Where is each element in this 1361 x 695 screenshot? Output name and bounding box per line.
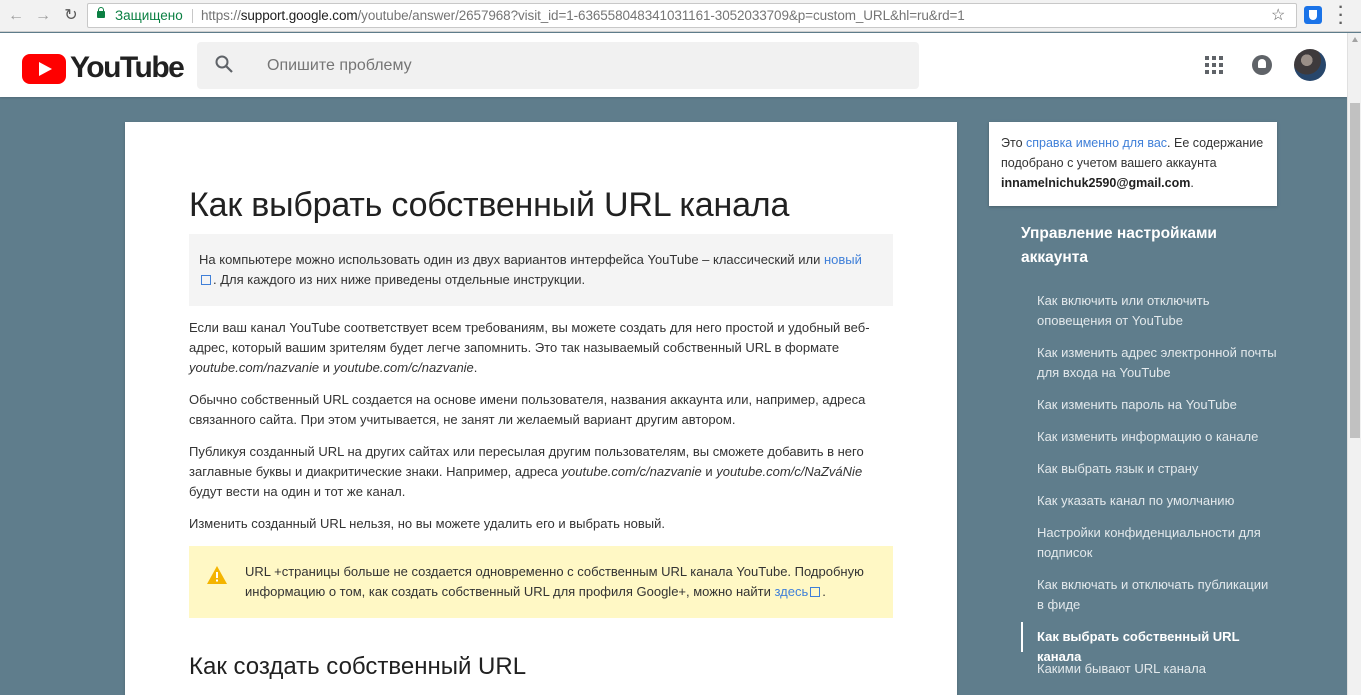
sidebar-item-default-channel[interactable]: Как указать канал по умолчанию (1021, 491, 1277, 511)
personalized-help-link[interactable]: справка именно для вас (1026, 136, 1167, 150)
article-card: Как выбрать собственный URL канала На ко… (125, 122, 957, 695)
page-title: Как выбрать собственный URL канала (189, 186, 790, 224)
logo-text: YouTube (70, 51, 185, 84)
reload-icon[interactable]: ↻ (60, 5, 82, 27)
lock-icon (97, 7, 105, 18)
play-icon (22, 54, 66, 84)
sidebar-item-custom-url[interactable]: Как выбрать собственный URL канала (1021, 622, 1277, 664)
star-icon[interactable]: ☆ (1271, 4, 1285, 27)
capitalization-paragraph: Публикуя созданный URL на других сайтах … (189, 444, 864, 499)
sidebar-heading[interactable]: Управление настройками аккаунта (1021, 222, 1261, 270)
search-input[interactable] (267, 42, 867, 89)
personalized-info-card: Это справка именно для вас. Ее содержани… (989, 122, 1277, 206)
avatar[interactable] (1294, 49, 1326, 81)
forward-icon[interactable]: → (32, 5, 54, 27)
search-box[interactable] (197, 42, 919, 89)
basis-paragraph: Обычно собственный URL создается на осно… (189, 392, 866, 427)
section-heading: Как создать собственный URL (189, 653, 527, 680)
youtube-logo[interactable]: YouTube (22, 51, 185, 84)
change-paragraph: Изменить созданный URL нельзя, но вы мож… (189, 516, 666, 531)
sidebar-item-url-types[interactable]: Какими бывают URL канала (1021, 659, 1277, 679)
site-header: YouTube (0, 33, 1347, 97)
sidebar-item-feed-publications[interactable]: Как включать и отключать публикации в фи… (1021, 575, 1277, 615)
interface-note: На компьютере можно использовать один из… (189, 234, 893, 306)
sidebar-item-subscription-privacy[interactable]: Настройки конфиденциальности для подписо… (1021, 523, 1277, 563)
url-text: https://support.google.com/youtube/answe… (201, 8, 965, 23)
page-scrollbar[interactable] (1347, 33, 1361, 695)
sidebar-item-language-country[interactable]: Как выбрать язык и страну (1021, 459, 1277, 479)
intro-paragraph: Если ваш канал YouTube соответствует все… (189, 320, 870, 375)
account-email: innamelnichuk2590@gmail.com (1001, 176, 1191, 190)
sidebar-item-channel-info[interactable]: Как изменить информацию о канале (1021, 427, 1277, 447)
divider (192, 9, 193, 23)
warning-callout: URL +страницы больше не создается одновр… (189, 546, 893, 618)
warning-icon (207, 566, 227, 584)
secure-label: Защищено (115, 8, 183, 23)
external-link-icon[interactable] (810, 587, 821, 597)
external-link-icon[interactable] (201, 275, 211, 285)
here-link[interactable]: здесь (774, 584, 808, 599)
scroll-up-icon[interactable] (1352, 37, 1358, 42)
shield-icon[interactable] (1304, 6, 1322, 24)
apps-grid-icon[interactable] (1205, 56, 1223, 74)
browser-menu-icon[interactable]: · · · (1335, 0, 1347, 32)
sidebar-item-notifications[interactable]: Как включить или отключить оповещения от… (1021, 291, 1277, 331)
new-interface-link[interactable]: новый (824, 252, 862, 267)
browser-toolbar: ← → ↻ Защищено https://support.google.co… (0, 0, 1361, 32)
search-icon[interactable] (215, 55, 233, 73)
address-bar[interactable]: Защищено https://support.google.com/yout… (87, 3, 1297, 28)
notifications-icon[interactable] (1252, 55, 1272, 75)
sidebar-item-change-password[interactable]: Как изменить пароль на YouTube (1021, 395, 1277, 415)
sidebar-item-change-email[interactable]: Как изменить адрес электронной почты для… (1021, 343, 1277, 383)
back-icon[interactable]: ← (5, 5, 27, 27)
scroll-thumb[interactable] (1350, 103, 1360, 438)
